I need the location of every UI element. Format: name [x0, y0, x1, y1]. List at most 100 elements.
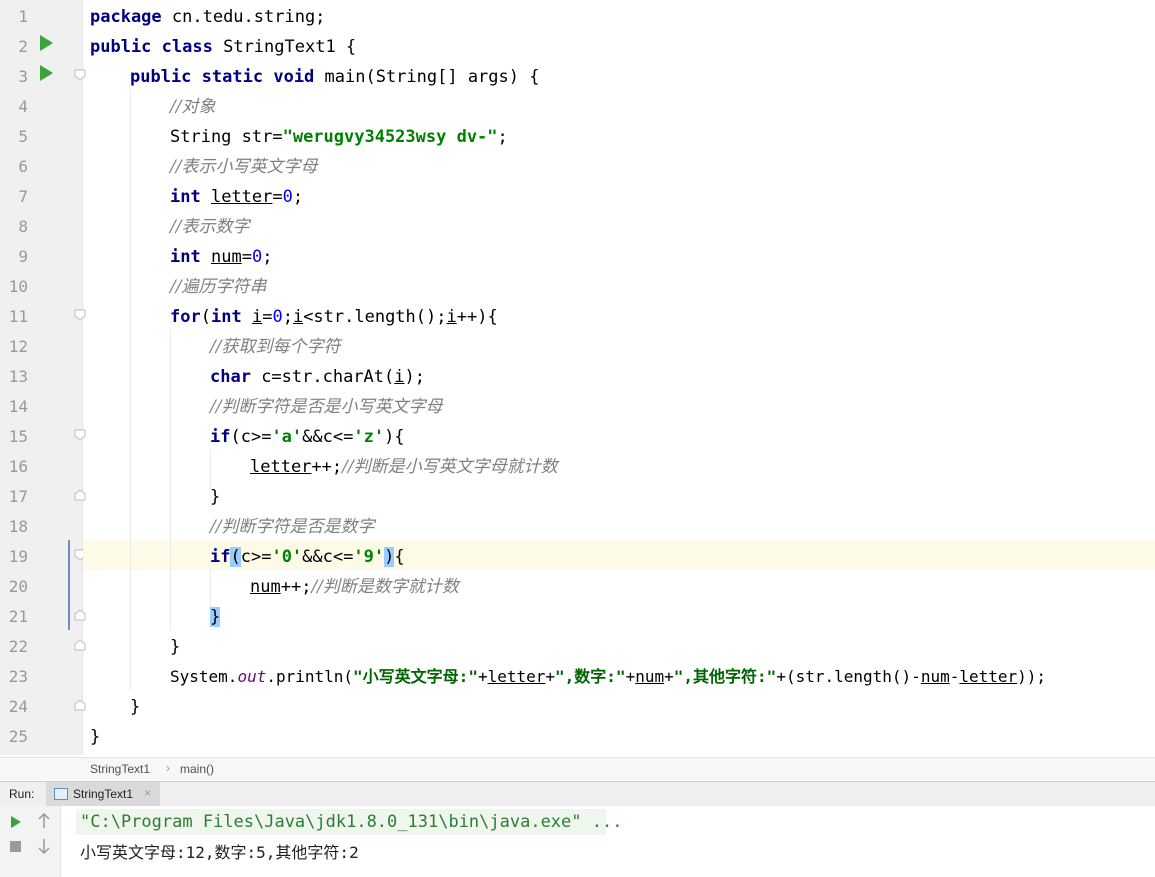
comment: //表示小写英文字母	[170, 157, 318, 177]
code-text: +	[625, 667, 636, 686]
fold-close-icon[interactable]	[74, 609, 86, 621]
run-main-icon[interactable]	[40, 65, 53, 81]
stop-icon[interactable]	[10, 841, 21, 852]
code-line-25: }	[90, 722, 100, 752]
code-line-5: String str="werugvy34523wsy dv-";	[170, 122, 508, 152]
code-area[interactable]: package cn.tedu.string; public class Str…	[90, 0, 1150, 755]
keyword: int	[210, 307, 242, 327]
brace-match-highlight: )	[384, 547, 395, 567]
fold-open-icon[interactable]	[74, 429, 86, 441]
line-number: 7	[18, 187, 28, 206]
line-number: 8	[18, 217, 28, 236]
run-class-icon[interactable]	[40, 35, 53, 51]
code-text: ++;	[280, 577, 312, 597]
code-text: (c>=	[230, 427, 272, 447]
variable: num	[210, 247, 242, 267]
console-command: "C:\Program Files\Java\jdk1.8.0_131\bin\…	[80, 812, 623, 832]
variable: i	[292, 307, 304, 327]
variable: letter	[210, 187, 273, 207]
line-number: 5	[18, 127, 28, 146]
code-line-15: if(c>='a'&&c<='z'){	[210, 422, 405, 452]
code-line-6: //表示小写英文字母	[170, 152, 317, 182]
variable: letter	[487, 667, 546, 686]
line-number: 20	[8, 577, 28, 596]
change-marker	[68, 540, 70, 630]
rerun-icon[interactable]	[10, 815, 22, 829]
code-text: }	[90, 727, 101, 747]
code-text: ;	[282, 307, 293, 327]
code-line-12: //获取到每个字符	[210, 332, 340, 362]
scroll-up-icon[interactable]	[38, 813, 50, 829]
breadcrumb-separator: ›	[166, 761, 170, 775]
code-text: +	[664, 667, 674, 686]
console-output: 小写英文字母:12,数字:5,其他字符:2	[80, 843, 359, 862]
fold-close-icon[interactable]	[74, 639, 86, 651]
variable: i	[446, 307, 457, 327]
code-text: +	[477, 667, 488, 686]
code-text: =	[272, 187, 283, 207]
comment: //获取到每个字符	[210, 337, 341, 357]
breadcrumb-method[interactable]: main()	[180, 762, 214, 776]
code-text: +	[545, 667, 556, 686]
code-text: .println(	[266, 667, 354, 686]
comment: //判断是小写英文字母就计数	[342, 457, 558, 477]
comment: //判断字符是否是数字	[210, 517, 375, 537]
line-number: 23	[8, 667, 28, 686]
run-tab[interactable]: StringText1 ×	[46, 782, 160, 806]
run-console: "C:\Program Files\Java\jdk1.8.0_131\bin\…	[0, 806, 1155, 877]
string-literal: ",数字:"	[555, 667, 626, 686]
code-text: -	[949, 667, 960, 686]
line-number: 21	[8, 607, 28, 626]
string-literal: "小写英文字母:"	[353, 667, 478, 686]
code-line-19: if(c>='0'&&c<='9'){	[210, 542, 405, 572]
code-line-22: }	[170, 632, 180, 662]
fold-close-icon[interactable]	[74, 699, 86, 711]
code-line-16: letter++;//判断是小写英文字母就计数	[250, 452, 558, 482]
code-line-2: public class StringText1 {	[90, 32, 356, 62]
run-tool-window-header: Run: StringText1 ×	[0, 781, 1155, 807]
close-icon[interactable]: ×	[144, 786, 151, 800]
code-text: }	[210, 487, 221, 507]
line-number: 11	[8, 307, 28, 326]
code-line-24: }	[130, 692, 140, 722]
breadcrumb: StringText1 › main()	[0, 757, 1155, 780]
code-text: =	[241, 247, 252, 267]
code-text: System.	[170, 667, 238, 686]
fold-open-icon[interactable]	[74, 69, 86, 81]
code-text: );	[404, 367, 425, 387]
code-text: ++;	[311, 457, 343, 477]
code-line-14: //判断字符是否是小写英文字母	[210, 392, 442, 422]
code-line-10: //遍历字符串	[170, 272, 266, 302]
code-line-4: //对象	[170, 92, 215, 122]
keyword: int	[170, 247, 201, 267]
code-text: =	[262, 307, 273, 327]
char-literal: 'a'	[271, 427, 303, 447]
breadcrumb-class[interactable]: StringText1	[90, 762, 150, 776]
code-line-7: int letter=0;	[170, 182, 303, 212]
code-line-18: //判断字符是否是数字	[210, 512, 374, 542]
line-number: 24	[8, 697, 28, 716]
fold-open-icon[interactable]	[74, 309, 86, 321]
code-text: ;	[262, 247, 273, 267]
comment: //表示数字	[170, 217, 250, 237]
fold-close-icon[interactable]	[74, 489, 86, 501]
variable: num	[635, 667, 665, 686]
code-line-20: num++;//判断是数字就计数	[250, 572, 459, 602]
code-line-21: }	[210, 602, 221, 632]
keyword: char	[210, 367, 251, 387]
code-line-13: char c=str.charAt(i);	[210, 362, 425, 392]
line-number: 25	[8, 727, 28, 746]
scroll-down-icon[interactable]	[38, 838, 50, 854]
code-text: c=str.charAt(	[250, 367, 395, 387]
code-line-11: for(int i=0;i<str.length();i++){	[170, 302, 498, 332]
line-number: 2	[18, 37, 28, 56]
line-number: 12	[8, 337, 28, 356]
char-literal: '9'	[353, 547, 385, 567]
variable: letter	[250, 457, 312, 477]
code-line-23: System.out.println("小写英文字母:"+letter+",数字…	[170, 662, 1046, 692]
code-line-8: //表示数字	[170, 212, 249, 242]
line-number: 13	[8, 367, 28, 386]
keyword: public	[130, 67, 192, 87]
code-editor[interactable]: 1 2 3 4 5 6 7 8 9 10 11 12 13 14 15 16 1…	[0, 0, 1155, 755]
line-number: 9	[18, 247, 28, 266]
